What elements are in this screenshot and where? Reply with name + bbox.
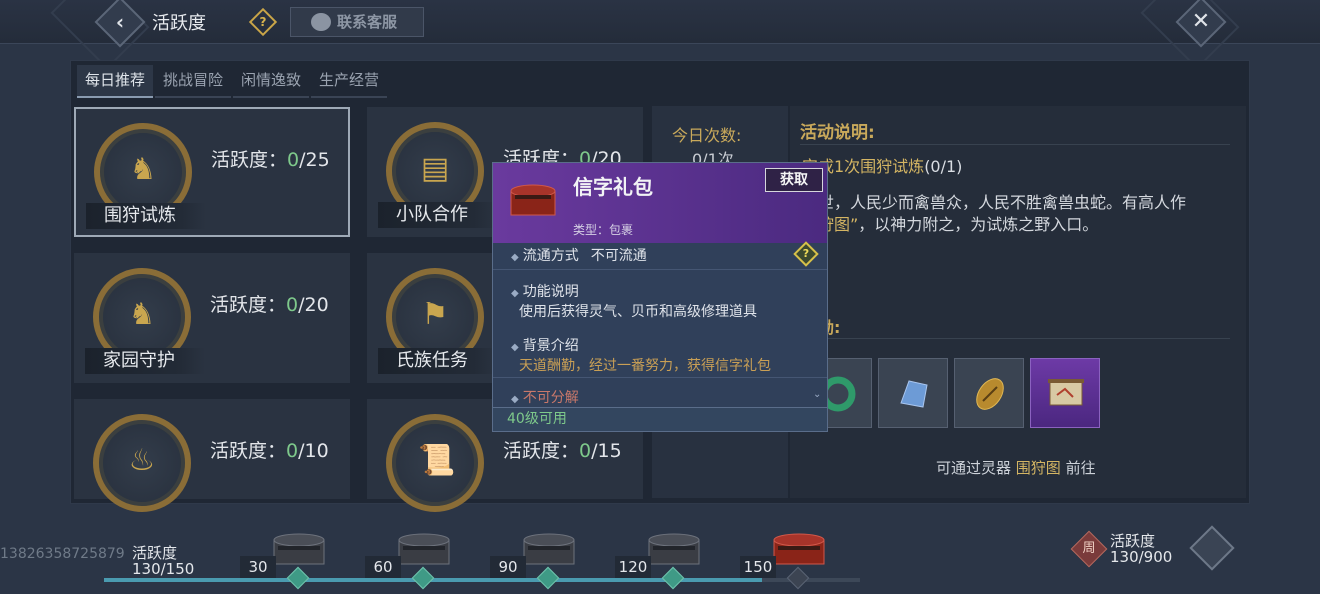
milestone-value: 60: [365, 556, 401, 578]
activity-description: 之世，人民少而禽兽众，人民不胜禽兽虫蛇。有高人作 围狩图”，以神力附之，为试炼之…: [802, 193, 1187, 234]
customer-service-icon: [311, 13, 331, 31]
reward-slot[interactable]: [954, 358, 1024, 428]
goto-link[interactable]: 围狩图: [1016, 459, 1061, 477]
activity-points: 活跃度：0/10: [210, 440, 329, 462]
activity-name: 家园守护: [85, 348, 205, 374]
reward-slot[interactable]: [878, 358, 948, 428]
activity-points: 活跃度：0/15: [503, 440, 622, 462]
calendar-icon: ▤: [420, 151, 450, 186]
get-button[interactable]: 获取: [765, 168, 823, 192]
tab-bar: 每日推荐 挑战冒险 闲情逸致 生产经营: [77, 65, 389, 98]
activity-card[interactable]: ♞ 围狩试炼 活跃度：0/25: [74, 107, 350, 237]
incense-icon: ♨: [128, 443, 156, 478]
scroll-down-icon[interactable]: ⌄: [813, 389, 821, 400]
activity-detail-panel: 活动说明: 完成1次围狩试炼(0/1) 之世，人民少而禽兽众，人民不胜禽兽虫蛇。…: [790, 106, 1246, 498]
weekly-icon: 周: [1070, 530, 1108, 568]
tab-production[interactable]: 生产经营: [311, 65, 388, 98]
tab-challenge[interactable]: 挑战冒险: [155, 65, 232, 98]
divider: [800, 338, 1230, 339]
chest-icon: [523, 533, 575, 565]
function-section: ◆ 功能说明 使用后获得灵气、贝币和高级修理道具: [511, 284, 757, 320]
milestone-value: 150: [740, 556, 776, 578]
milestone-reward[interactable]: 90: [490, 510, 590, 594]
milestone-reward[interactable]: 30: [240, 510, 340, 594]
weekly-chest-icon[interactable]: [1189, 525, 1235, 571]
monkey-icon: ♞: [128, 297, 156, 332]
activity-name: 小队合作: [378, 202, 498, 228]
item-name: 信字礼包: [573, 175, 653, 199]
milestone-gem-icon: [411, 566, 435, 590]
close-icon: ✕: [1191, 9, 1211, 34]
gift-box-icon: [510, 184, 556, 216]
tooltip-header: 信字礼包 类型：包裹 获取: [493, 163, 827, 243]
activity-progress-bar: 13826358725879 活跃度 130/150 30 60 90 120 …: [0, 510, 1320, 594]
activity-emblem: 📜: [386, 414, 484, 512]
help-icon[interactable]: ?: [248, 7, 278, 37]
daily-activity-value: 130/150: [132, 560, 195, 578]
hunting-scroll-icon: [1048, 379, 1084, 406]
milestone-gem-icon: [661, 566, 685, 590]
divider: [800, 144, 1230, 145]
customer-service-label: 联系客服: [337, 13, 398, 31]
milestone-gem-icon: [786, 566, 810, 590]
reward-slot[interactable]: [1030, 358, 1100, 428]
decompose-row: ◆ 不可分解: [511, 390, 579, 406]
divider: [493, 269, 827, 270]
banner-icon: ⚑: [421, 297, 449, 332]
circulation-row: ◆ 流通方式 不可流通: [511, 248, 647, 264]
tab-leisure[interactable]: 闲情逸致: [233, 65, 310, 98]
tab-daily[interactable]: 每日推荐: [77, 65, 154, 98]
background-section: ◆ 背景介绍 天道酬勤，经过一番努力，获得信字礼包: [511, 338, 771, 374]
today-count-label: 今日次数:: [672, 126, 742, 145]
shell-coin-icon: [976, 378, 1004, 410]
customer-service-button[interactable]: 联系客服: [290, 7, 424, 37]
goto-hint: 可通过灵器 围狩图 前往: [936, 459, 1096, 477]
activity-card[interactable]: ♨ 活跃度：0/10: [74, 399, 350, 512]
chest-icon: [273, 533, 325, 565]
activity-name: 围狩试炼: [86, 203, 206, 229]
item-tooltip: 信字礼包 类型：包裹 获取 ◆ 流通方式 不可流通 ? ◆ 功能说明 使用后获得灵气、…: [492, 162, 828, 432]
milestone-reward[interactable]: 150: [740, 510, 840, 594]
milestone-reward[interactable]: 60: [365, 510, 465, 594]
level-requirement: 40级可用: [493, 407, 827, 431]
top-bar: ‹ 活跃度 ? 联系客服 ✕: [0, 0, 1320, 70]
activity-emblem: ♨: [93, 414, 191, 512]
milestone-gem-icon: [536, 566, 560, 590]
monkey-icon: ♞: [129, 152, 157, 187]
crystal-icon: [900, 380, 928, 408]
activity-points: 活跃度：0/25: [211, 149, 330, 171]
weekly-activity-value: 130/900: [1110, 548, 1173, 566]
scroll-icon: 📜: [418, 443, 456, 478]
detail-title: 活动说明:: [800, 123, 875, 143]
activity-points: 活跃度：0/20: [210, 294, 329, 316]
activity-card[interactable]: ♞ 家园守护 活跃度：0/20: [74, 253, 350, 383]
divider: [493, 377, 827, 378]
item-type: 类型：包裹: [573, 223, 634, 237]
milestone-value: 90: [490, 556, 526, 578]
chest-icon: [648, 533, 700, 565]
red-chest-icon: [773, 533, 825, 565]
milestone-gem-icon: [286, 566, 310, 590]
user-id-watermark: 13826358725879: [0, 546, 125, 562]
milestone-value: 120: [615, 556, 651, 578]
milestone-reward[interactable]: 120: [615, 510, 715, 594]
page-title: 活跃度: [152, 13, 206, 34]
milestone-value: 30: [240, 556, 276, 578]
chest-icon: [398, 533, 450, 565]
activity-name: 氏族任务: [378, 348, 498, 374]
back-arrow-icon: ‹: [115, 10, 125, 34]
